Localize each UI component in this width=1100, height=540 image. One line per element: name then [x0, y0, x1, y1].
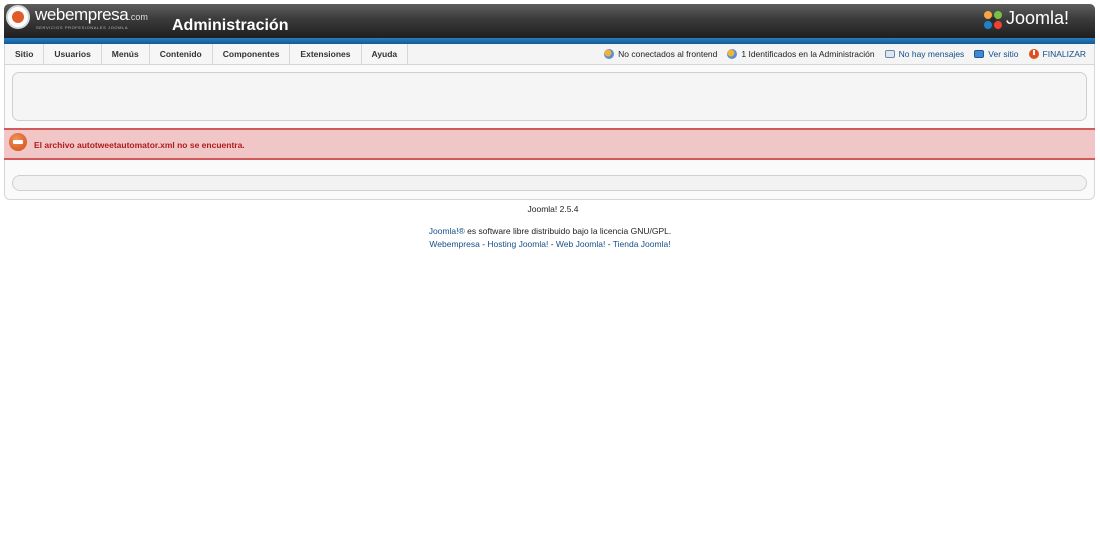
toolbar-box — [12, 72, 1087, 121]
admin-menubar: Sitio Usuarios Menús Contenido Component… — [4, 44, 1095, 65]
menu-item-componentes[interactable]: Componentes — [212, 44, 291, 64]
main-menu: Sitio Usuarios Menús Contenido Component… — [5, 44, 409, 64]
menu-item-contenido[interactable]: Contenido — [149, 44, 213, 64]
webempresa-link[interactable]: Webempresa — [429, 239, 479, 249]
webempresa-logo-icon[interactable] — [6, 5, 30, 29]
menu-item-menus[interactable]: Menús — [101, 44, 150, 64]
hosting-joomla-link[interactable]: Hosting Joomla! — [487, 239, 548, 249]
joomla-logo-icon — [984, 11, 1002, 29]
link-separator: - — [605, 239, 613, 249]
admin-header — [4, 4, 1095, 38]
brand-tagline: SERVICIOS PROFESIONALES JOOMLA — [36, 25, 129, 30]
license-text: es software libre distribuido bajo la li… — [464, 226, 672, 236]
menu-item-usuarios[interactable]: Usuarios — [44, 44, 102, 64]
menu-item-ayuda[interactable]: Ayuda — [361, 44, 409, 64]
admin-users-status: 1 Identificados en la Administración — [727, 49, 875, 59]
menu-item-extensiones[interactable]: Extensiones — [290, 44, 362, 64]
content-box — [12, 175, 1087, 191]
admin-users-label: 1 Identificados en la Administración — [741, 49, 875, 59]
page-title: Administración — [172, 17, 289, 34]
error-message: El archivo autotweetautomator.xml no se … — [34, 140, 245, 150]
web-joomla-link[interactable]: Web Joomla! — [556, 239, 605, 249]
messages-label: No hay mensajes — [898, 49, 965, 59]
brand-suffix: .com — [128, 12, 148, 22]
footer-links: Webempresa - Hosting Joomla! - Web Jooml… — [0, 239, 1100, 249]
logout-link[interactable]: FINALIZAR — [1028, 49, 1086, 59]
error-icon — [9, 133, 27, 151]
tienda-joomla-link[interactable]: Tienda Joomla! — [613, 239, 671, 249]
joomla-version: Joomla! 2.5.4 — [527, 204, 579, 214]
monitor-icon — [974, 50, 985, 58]
joomla-logo-text: Joomla! — [1006, 8, 1070, 28]
view-site-label: Ver sitio — [988, 49, 1019, 59]
messages-link[interactable]: No hay mensajes — [884, 49, 965, 59]
joomla-link[interactable]: Joomla!® — [429, 226, 465, 236]
logout-label: FINALIZAR — [1042, 49, 1086, 59]
status-area: No conectados al frontend 1 Identificado… — [594, 44, 1086, 64]
logout-icon — [1028, 49, 1039, 59]
license-line: Joomla!® es software libre distribuido b… — [0, 226, 1100, 236]
frontend-users-label: No conectados al frontend — [618, 49, 718, 59]
brand-name: webempresa — [35, 5, 129, 24]
users-icon — [604, 49, 615, 59]
link-separator: - — [548, 239, 556, 249]
view-site-link[interactable]: Ver sitio — [974, 49, 1019, 59]
admin-users-icon — [727, 49, 738, 59]
menu-item-sitio[interactable]: Sitio — [5, 44, 45, 64]
brand-logo[interactable]: webempresa.com — [35, 5, 148, 25]
frontend-users-status: No conectados al frontend — [604, 49, 717, 59]
mail-icon — [884, 50, 895, 58]
